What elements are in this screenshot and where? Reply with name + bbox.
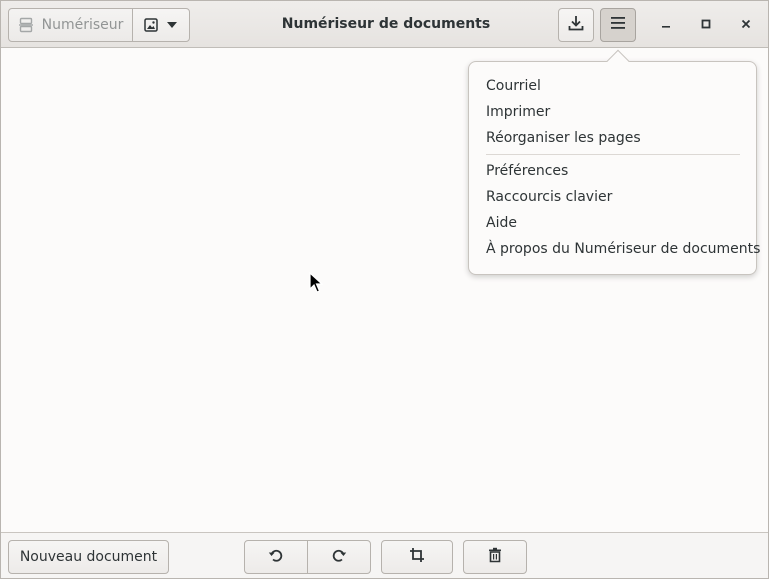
document-type-dropdown[interactable]: [132, 8, 190, 42]
main-menu-popover: Courriel Imprimer Réorganiser les pages …: [468, 61, 760, 275]
rotate-right-button[interactable]: [307, 540, 371, 574]
main-menu-button[interactable]: [600, 8, 636, 42]
download-icon: [568, 15, 584, 35]
rotate-left-icon: [268, 547, 284, 567]
header-bar: Numériseur Numériseur de documents: [1, 1, 768, 48]
chevron-down-icon: [166, 17, 178, 33]
menu-item-keyboard-shortcuts[interactable]: Raccourcis clavier: [469, 184, 756, 210]
menu-item-about[interactable]: À propos du Numériseur de documents: [469, 236, 760, 262]
crop-icon: [409, 547, 425, 567]
window-title: Numériseur de documents: [281, 16, 491, 32]
menu-separator: [486, 154, 740, 155]
mouse-pointer-icon: [309, 271, 324, 298]
scanner-icon: [18, 17, 34, 33]
rotate-right-icon: [331, 547, 347, 567]
trash-icon: [488, 547, 502, 567]
close-icon: [741, 17, 751, 33]
menu-item-help[interactable]: Aide: [469, 210, 756, 236]
scan-button-label: Numériseur: [41, 17, 124, 33]
maximize-button[interactable]: [696, 15, 716, 35]
menu-item-email[interactable]: Courriel: [469, 73, 756, 99]
new-document-label: Nouveau document: [19, 549, 158, 565]
menu-item-preferences[interactable]: Préférences: [469, 158, 756, 184]
scan-button[interactable]: Numériseur: [8, 8, 133, 42]
minimize-button[interactable]: [656, 15, 676, 35]
image-icon: [144, 18, 158, 32]
minimize-icon: [661, 17, 671, 33]
delete-page-button[interactable]: [463, 540, 527, 574]
save-button[interactable]: [558, 8, 594, 42]
rotate-left-button[interactable]: [244, 540, 308, 574]
new-document-button[interactable]: Nouveau document: [8, 540, 169, 574]
maximize-icon: [701, 17, 711, 33]
action-bar: Nouveau document: [1, 532, 768, 578]
menu-item-print[interactable]: Imprimer: [469, 99, 756, 125]
close-button[interactable]: [736, 15, 756, 35]
hamburger-menu-icon: [610, 16, 626, 34]
app-window: Numériseur Numériseur de documents Nouve…: [0, 0, 769, 579]
menu-item-reorder-pages[interactable]: Réorganiser les pages: [469, 125, 756, 151]
crop-button[interactable]: [381, 540, 453, 574]
